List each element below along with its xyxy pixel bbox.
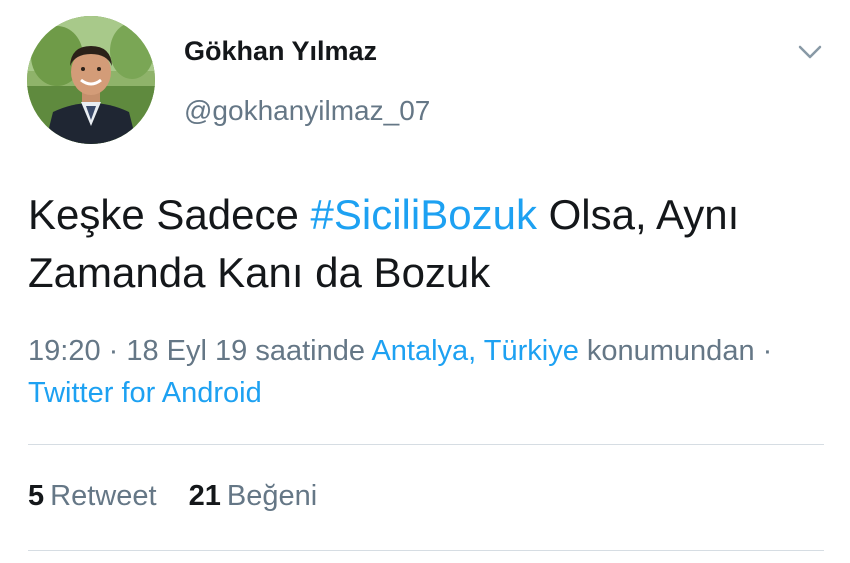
retweets-count: 5 — [28, 480, 45, 512]
meta-separator: · — [754, 335, 773, 367]
location-suffix: konumundan — [578, 335, 755, 367]
retweets-label: Retweet — [50, 480, 157, 512]
tweet-time[interactable]: 19:20 — [28, 335, 101, 367]
meta-separator: · — [100, 335, 127, 367]
user-handle[interactable]: @gokhanyilmaz_07 — [184, 95, 430, 127]
likes-stat[interactable]: 21 Beğeni — [189, 480, 318, 512]
tweet-text-before: Keşke Sadece — [28, 191, 311, 238]
display-name[interactable]: Gökhan Yılmaz — [184, 36, 377, 67]
divider — [28, 550, 824, 551]
tweet-stats: 5 Retweet 21 Beğeni — [28, 480, 341, 513]
likes-label: Beğeni — [226, 480, 318, 512]
tweet-date[interactable]: 18 Eyl 19 saatinde — [126, 335, 371, 367]
tweet-card: Gökhan Yılmaz @gokhanyilmaz_07 Keşke Sad… — [0, 0, 850, 563]
divider — [28, 444, 824, 445]
tweet-text: Keşke Sadece #SiciliBozuk Olsa, Aynı Zam… — [28, 186, 828, 302]
likes-count: 21 — [188, 480, 221, 512]
chevron-down-icon[interactable] — [795, 40, 825, 64]
source-link[interactable]: Twitter for Android — [28, 377, 262, 409]
hashtag-link[interactable]: #SiciliBozuk — [311, 191, 537, 238]
avatar[interactable] — [27, 16, 155, 144]
tweet-meta: 19:20 · 18 Eyl 19 saatinde Antalya, Türk… — [28, 330, 828, 414]
location-link[interactable]: Antalya, Türkiye — [371, 335, 578, 367]
retweets-stat[interactable]: 5 Retweet — [28, 480, 157, 512]
profile-photo — [27, 16, 155, 144]
